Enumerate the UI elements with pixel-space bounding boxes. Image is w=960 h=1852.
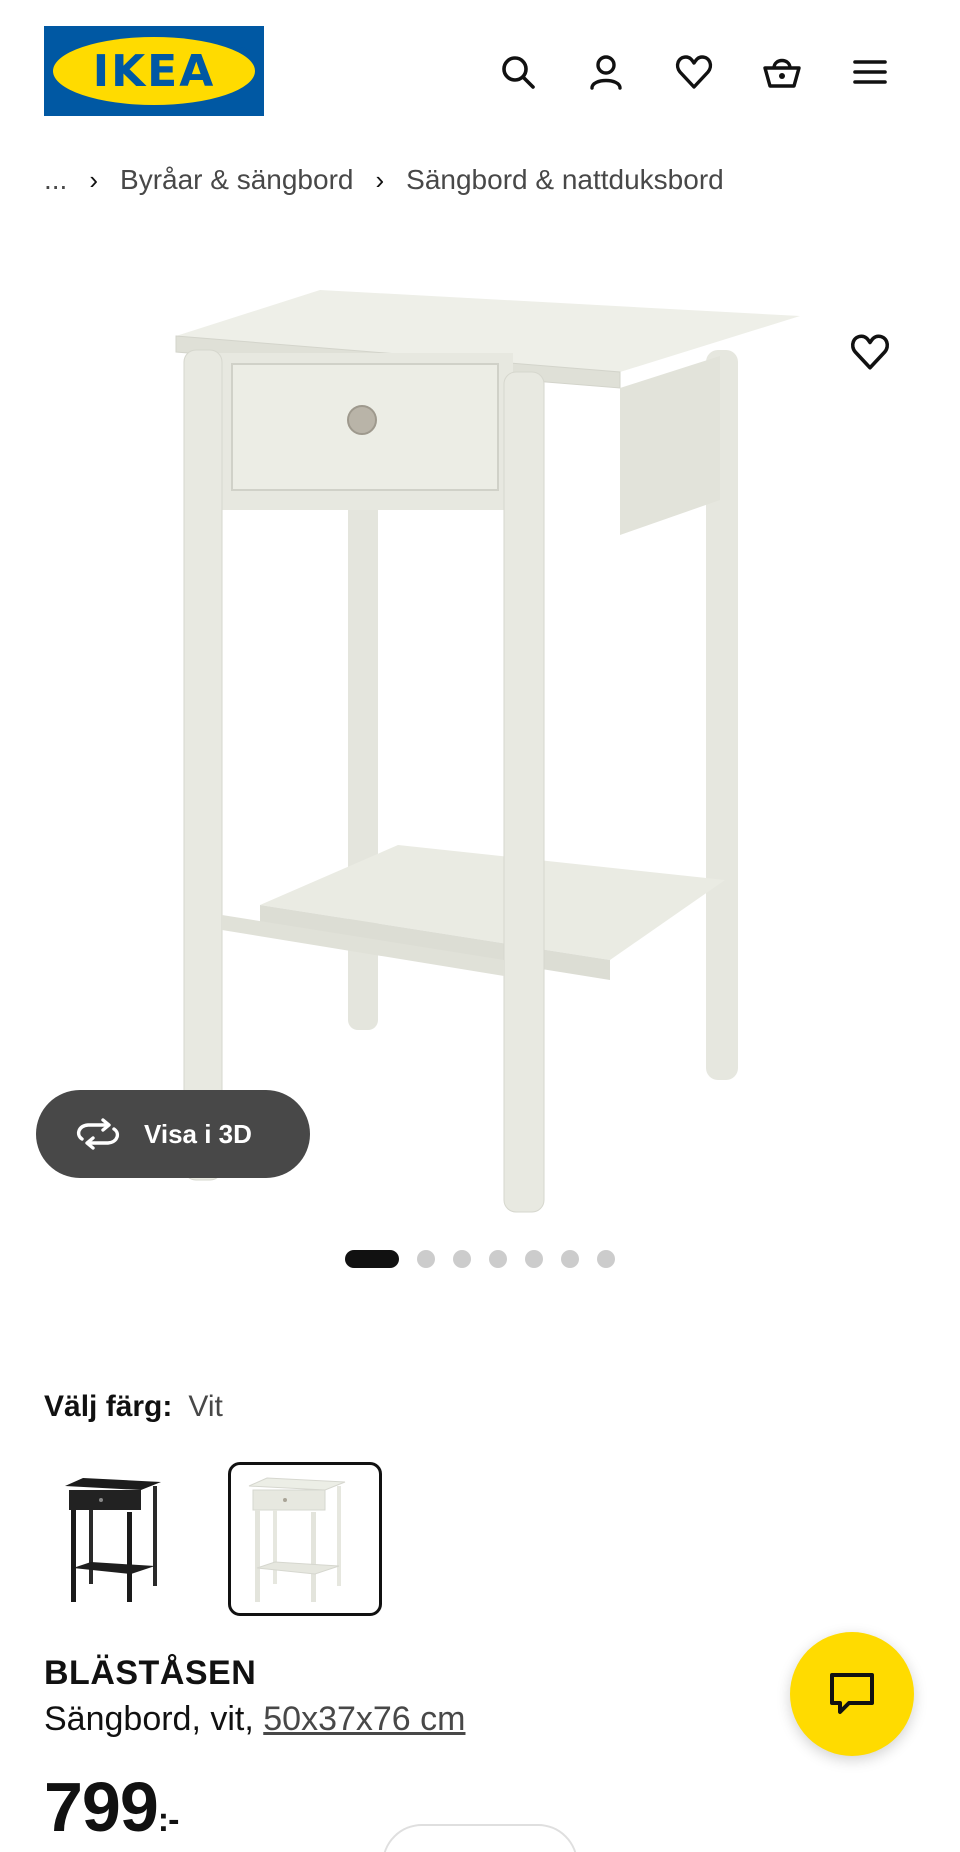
rotate-3d-icon <box>76 1118 120 1150</box>
black-variant-thumbnail <box>65 1478 161 1602</box>
logo-registered-mark: ® <box>238 46 248 57</box>
product-name: BLÄSTÅSEN <box>44 1654 257 1692</box>
product-gallery[interactable]: Visa i 3D <box>0 250 960 1268</box>
color-label: Välj färg: <box>44 1390 173 1423</box>
logo-text: IKEA <box>92 45 216 97</box>
ikea-logo[interactable]: IKEA ® <box>44 26 264 116</box>
pagination-dot[interactable] <box>345 1250 399 1268</box>
view-in-3d-button[interactable]: Visa i 3D <box>36 1090 310 1178</box>
chevron-right-icon: › <box>89 164 99 195</box>
swatch-black[interactable] <box>44 1462 198 1616</box>
account-icon[interactable] <box>578 44 634 100</box>
swatch-white[interactable] <box>228 1462 382 1616</box>
search-icon[interactable] <box>490 44 546 100</box>
partially-visible-button[interactable] <box>382 1824 578 1852</box>
menu-icon[interactable] <box>842 44 898 100</box>
white-variant-thumbnail <box>248 1477 346 1602</box>
chat-button[interactable] <box>790 1632 914 1756</box>
color-swatches <box>44 1462 382 1616</box>
basket-icon[interactable] <box>754 44 810 100</box>
pagination-dot[interactable] <box>597 1250 615 1268</box>
pagination-dot[interactable] <box>417 1250 435 1268</box>
pagination-dot[interactable] <box>525 1250 543 1268</box>
heart-icon <box>850 334 890 370</box>
product-description-text: Sängbord, vit, <box>44 1700 264 1738</box>
breadcrumb-ellipsis[interactable]: ... <box>44 164 67 196</box>
pagination-dot[interactable] <box>489 1250 507 1268</box>
color-selector-heading: Välj färg: Vit <box>44 1390 223 1424</box>
price-suffix: :- <box>157 1801 180 1839</box>
product-price: 799:- <box>44 1772 180 1842</box>
product-image[interactable] <box>160 260 800 1220</box>
color-selected-value: Vit <box>188 1390 223 1423</box>
chevron-right-icon: › <box>375 164 385 195</box>
breadcrumb: ... › Byråar & sängbord › Sängbord & nat… <box>44 164 724 196</box>
price-main: 799 <box>44 1768 159 1846</box>
site-header: IKEA ® <box>0 0 960 140</box>
save-to-favourites-button[interactable] <box>824 306 916 398</box>
product-dimensions-link[interactable]: 50x37x76 cm <box>263 1700 465 1738</box>
chat-icon <box>830 1673 874 1714</box>
product-description: Sängbord, vit, 50x37x76 cm <box>44 1700 465 1739</box>
favourites-icon[interactable] <box>666 44 722 100</box>
gallery-pagination <box>345 1250 615 1268</box>
breadcrumb-item-dressers[interactable]: Byråar & sängbord <box>120 164 353 196</box>
pagination-dot[interactable] <box>561 1250 579 1268</box>
view-in-3d-label: Visa i 3D <box>144 1118 252 1149</box>
pagination-dot[interactable] <box>453 1250 471 1268</box>
header-icon-bar <box>490 44 898 100</box>
breadcrumb-item-bedside-tables[interactable]: Sängbord & nattduksbord <box>406 164 724 196</box>
